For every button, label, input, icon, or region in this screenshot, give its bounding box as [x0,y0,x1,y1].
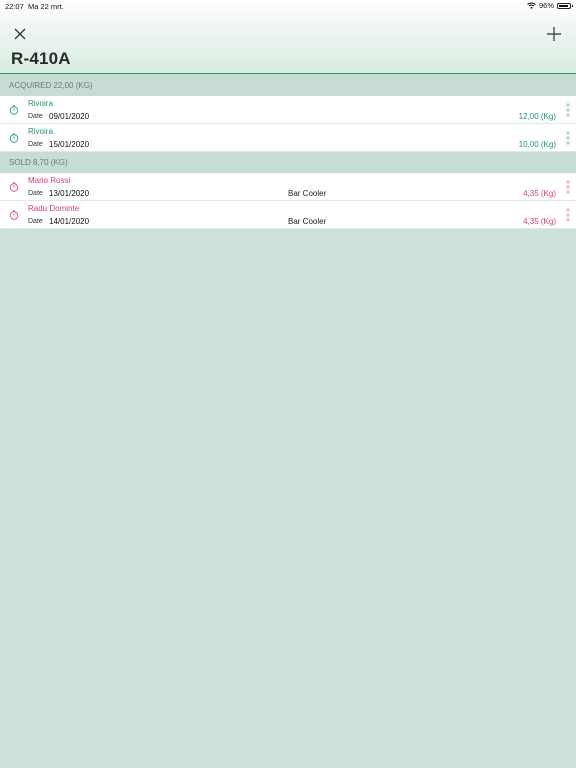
more-options-icon[interactable] [566,131,570,145]
wifi-icon [527,2,536,9]
date-label: Date [28,141,43,148]
section-header-sold: SOLD 8,70 (KG) [0,152,576,174]
date-value: 14/01/2020 [49,217,90,226]
quantity: 4,35 (Kg) [523,217,556,226]
list-item[interactable]: Rivoira Date 09/01/2020 12,00 (Kg) [0,96,576,124]
quantity: 10,00 (Kg) [518,140,556,149]
status-date: Ma 22 mrt. [28,2,64,11]
section-header-acquired: ACQUIRED 22,00 (KG) [0,75,576,97]
timer-icon [9,182,19,192]
timer-icon [9,133,19,143]
equipment-description: Bar Cooler [288,217,327,226]
status-right: 96% [527,1,573,10]
list-item[interactable]: Radu Dominte Date 14/01/2020 Bar Cooler … [0,201,576,229]
page-title: R-410A [11,49,71,68]
status-bar: 22:07 Ma 22 mrt. 96% [0,0,576,12]
equipment-description: Bar Cooler [288,189,327,198]
customer-name: Radu Dominte [28,204,80,213]
close-icon[interactable] [12,26,28,42]
date-value: 15/01/2020 [49,140,90,149]
list-item[interactable]: Rivoira Date 15/01/2020 10,00 (Kg) [0,124,576,152]
battery-icon [557,2,573,9]
date-value: 09/01/2020 [49,112,90,121]
list-item[interactable]: Mario Rossi Date 13/01/2020 Bar Cooler 4… [0,173,576,201]
date-value: 13/01/2020 [49,189,90,198]
timer-icon [9,105,19,115]
quantity: 4,35 (Kg) [523,189,556,198]
status-time: 22:07 [5,2,24,11]
more-options-icon[interactable] [566,208,570,222]
more-options-icon[interactable] [566,103,570,117]
quantity: 12,00 (Kg) [518,112,556,121]
supplier-name: Rivoira [28,99,53,108]
customer-name: Mario Rossi [28,176,71,185]
supplier-name: Rivoira [28,127,53,136]
date-label: Date [28,113,43,120]
add-icon[interactable] [546,26,562,42]
date-label: Date [28,190,43,197]
more-options-icon[interactable] [566,180,570,194]
date-label: Date [28,218,43,225]
battery-percent: 96% [538,1,554,10]
timer-icon [9,210,19,220]
